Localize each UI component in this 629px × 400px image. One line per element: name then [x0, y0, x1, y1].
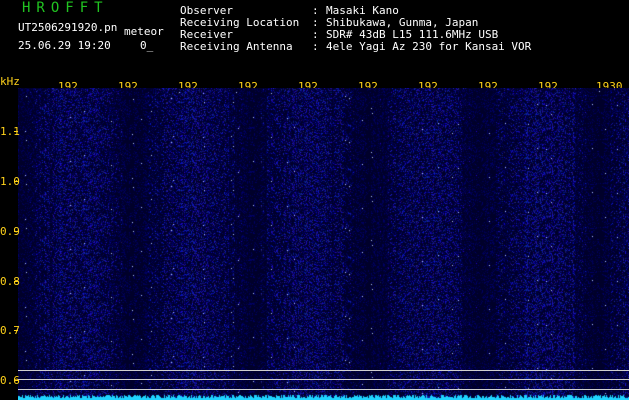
- frequency-tick-mark: [14, 380, 18, 381]
- field-value-antenna: 4ele Yagi Az 230 for Kansai VOR: [326, 40, 532, 53]
- reference-line: [18, 370, 629, 371]
- spectrogram-waterfall[interactable]: [18, 88, 629, 400]
- reference-line: [18, 379, 629, 380]
- app-logo: HROFFT: [22, 0, 109, 16]
- frequency-tick-mark: [14, 231, 18, 232]
- frequency-tick-mark: [14, 330, 18, 331]
- reference-line: [18, 389, 629, 390]
- header-panel: HROFFT UT2506291920.pn meteor 25.06.29 1…: [0, 0, 629, 74]
- field-colon: :: [312, 40, 319, 53]
- datetime-label: 25.06.29 19:20: [18, 39, 111, 52]
- frequency-unit: kHz: [0, 75, 20, 88]
- field-label-antenna: Receiving Antenna: [180, 40, 293, 53]
- frequency-tick-mark: [14, 181, 18, 182]
- status-indicator: 0_: [140, 39, 154, 52]
- frequency-tick-mark: [14, 131, 18, 132]
- frequency-tick-mark: [14, 281, 18, 282]
- meteor-tag: meteor: [124, 25, 164, 38]
- file-name: UT2506291920.pn: [18, 21, 118, 34]
